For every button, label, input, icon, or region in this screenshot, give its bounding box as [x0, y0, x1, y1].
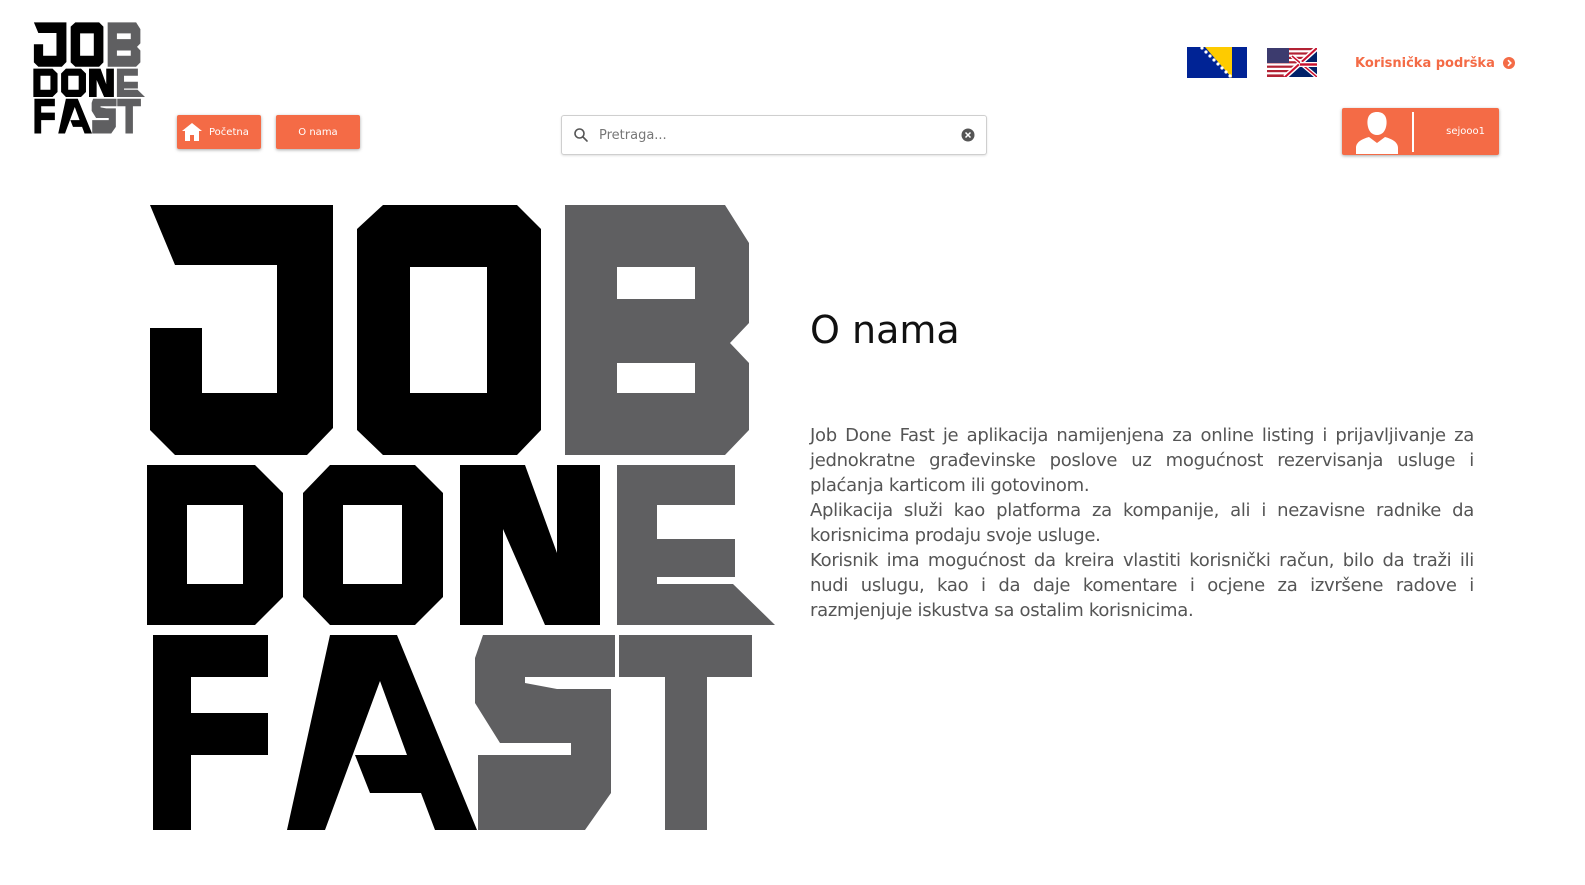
page-title: O nama: [810, 308, 960, 352]
bosnia-flag-icon[interactable]: [1187, 47, 1247, 78]
user-silhouette-icon: [1356, 111, 1398, 154]
username: sejooo1: [1446, 126, 1485, 137]
logo-small-graphic: [33, 22, 145, 134]
logo-small[interactable]: [30, 22, 148, 134]
about-paragraph: Aplikacija služi kao platforma za kompan…: [810, 500, 1474, 546]
bosnia-flag-graphic: [1187, 47, 1247, 78]
support-label: Korisnička podrška: [1355, 55, 1495, 71]
clear-icon[interactable]: [961, 128, 975, 142]
about-paragraph: Job Done Fast je aplikacija namijenjena …: [810, 425, 1474, 496]
search-icon: [574, 128, 588, 142]
home-button-label: Početna: [209, 126, 249, 138]
logo-large-graphic: [147, 205, 775, 830]
about-description: Job Done Fast je aplikacija namijenjena …: [810, 423, 1474, 623]
page: Početna O nama Pretraga... Korisnička po…: [0, 0, 1585, 885]
home-icon: [182, 123, 202, 141]
search-input[interactable]: [597, 126, 961, 144]
user-profile-button[interactable]: sejooo1: [1342, 108, 1499, 155]
uk-us-flag-icon[interactable]: [1267, 48, 1317, 77]
search-bar: [561, 115, 987, 155]
chevron-right-circle-icon: [1502, 57, 1515, 69]
about-button[interactable]: O nama: [276, 115, 360, 149]
logo-large: [145, 203, 775, 833]
user-button-divider: [1412, 111, 1414, 152]
about-paragraph: Korisnik ima mogućnost da kreira vlastit…: [810, 550, 1474, 621]
support-link[interactable]: Korisnička podrška: [1355, 54, 1515, 72]
about-button-label: O nama: [298, 126, 338, 138]
home-button[interactable]: Početna: [177, 115, 261, 149]
uk-us-flag-graphic: [1267, 48, 1317, 77]
